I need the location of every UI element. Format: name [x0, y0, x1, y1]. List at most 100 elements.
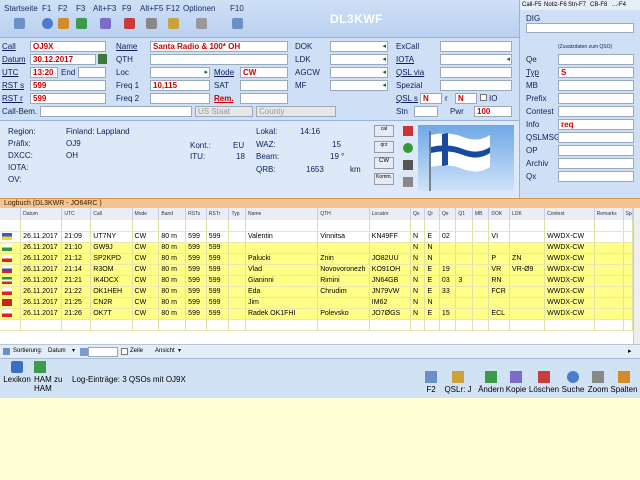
tab-cb[interactable]: CB-F8 [590, 2, 607, 8]
utc-input[interactable]: 13:20 [30, 67, 58, 78]
calendar-icon[interactable] [98, 54, 107, 64]
save-icon[interactable] [232, 18, 243, 29]
iota-input[interactable]: ◂ [440, 54, 512, 65]
column-header[interactable]: MB [472, 208, 490, 220]
us-staat-field[interactable]: US Staat [195, 106, 253, 117]
column-header[interactable]: Typ [228, 208, 246, 220]
column-header[interactable]: QTH [317, 208, 370, 220]
log-scrollbar[interactable] [633, 208, 640, 344]
tool-icon[interactable] [146, 18, 157, 29]
qx-input[interactable] [558, 171, 634, 182]
filter-icon[interactable] [80, 348, 88, 356]
column-header[interactable]: Contest [544, 208, 595, 220]
refresh-icon[interactable] [168, 18, 179, 29]
zeile-checkbox[interactable] [121, 348, 128, 355]
column-header[interactable]: Spezi [623, 208, 634, 220]
county-field[interactable]: County [256, 106, 336, 117]
pwr-input[interactable]: 100 [474, 106, 512, 117]
contest-input[interactable] [558, 106, 634, 117]
column-header[interactable]: Datum [20, 208, 63, 220]
table-row[interactable]: 26.11.2017 21:22 OK1HEH CW 80 m 599 599 Eda Chru… [0, 286, 634, 298]
datum-input[interactable]: 30.12.2017 [30, 54, 96, 65]
flag-icon[interactable] [403, 126, 413, 136]
freq1-input[interactable]: 10,115 [150, 80, 210, 91]
info-input[interactable]: req [558, 119, 634, 130]
io-checkbox[interactable] [480, 94, 487, 101]
name-input[interactable]: Santa Radio & 100* OH [150, 41, 288, 52]
rem-input[interactable] [240, 93, 288, 104]
column-header[interactable]: Name [245, 208, 319, 220]
tab-notiz[interactable]: Notiz-F6 [544, 2, 567, 8]
column-header[interactable]: LDK [509, 208, 546, 220]
chevron-down-icon[interactable]: ▾ [72, 347, 75, 354]
menu-startseite[interactable]: Startseite [4, 4, 38, 13]
loc-input[interactable]: ▸ [150, 67, 210, 78]
qe-input[interactable] [558, 54, 634, 65]
freq2-input[interactable] [150, 93, 210, 104]
ansicht-select[interactable]: Ansicht [155, 348, 175, 354]
globe-icon[interactable] [124, 18, 135, 29]
antenna-icon[interactable] [403, 160, 413, 170]
agcw-input[interactable]: ◂ [330, 67, 388, 78]
mf-input[interactable]: ◂ [330, 80, 388, 91]
keyboard-icon[interactable] [403, 177, 413, 187]
typ-input[interactable]: S [558, 67, 634, 78]
end-input[interactable] [78, 67, 106, 78]
menu-f3[interactable]: F3 [76, 4, 85, 13]
column-header[interactable]: RSTr [206, 208, 230, 220]
sort-select[interactable]: Datum [48, 348, 66, 354]
aendern-button[interactable]: Ändern [478, 371, 504, 394]
qrz-button[interactable]: qrz [374, 141, 394, 153]
spezial-input[interactable] [440, 80, 512, 91]
table-row[interactable]: 26.11.2017 21:25 CN2R CW 80 m 599 599 Jim IM62 N N… [0, 297, 634, 309]
call-input[interactable]: OJ9X [30, 41, 106, 52]
table-row[interactable]: 26.11.2017 21:21 IK4DCX CW 80 m 599 599 Gianinn… [0, 275, 634, 287]
menu-f1[interactable]: F1 [42, 4, 51, 13]
column-header[interactable]: Mode [132, 208, 160, 220]
prefix-input[interactable] [558, 93, 634, 104]
column-header[interactable]: Qs [410, 208, 426, 220]
cw-button[interactable]: CW [374, 157, 394, 169]
table-row[interactable]: 26.11.2017 21:14 R3OM CW 80 m 599 599 Vlad Novov… [0, 264, 634, 276]
sort-icon[interactable] [3, 348, 10, 355]
tab-stn[interactable]: Stn-F7 [568, 2, 586, 8]
column-header[interactable]: Qr [424, 208, 440, 220]
column-header[interactable]: Q1 [455, 208, 473, 220]
mode-select[interactable]: CW [240, 67, 288, 78]
help-icon[interactable] [42, 18, 53, 29]
qslmsg-input[interactable] [558, 132, 634, 143]
dig-input[interactable] [526, 23, 634, 33]
table-row[interactable]: 26.11.2017 21:26 OK7T CW 80 m 599 599 Radek OK1… [0, 308, 634, 320]
f2-button[interactable]: F2 [424, 371, 438, 394]
menu-alt-f5[interactable]: Alt+F5 [140, 4, 163, 13]
op-input[interactable] [558, 145, 634, 156]
tab-call[interactable]: Call-F5 [522, 2, 541, 8]
settings-icon[interactable] [100, 18, 111, 29]
table-row[interactable]: 26.11.2017 21:12 SP2KPD CW 80 m 599 599 Palucki… [0, 253, 634, 265]
table-row[interactable] [0, 319, 634, 331]
ldk-input[interactable]: ◂ [330, 54, 388, 65]
column-header[interactable]: Qe [439, 208, 457, 220]
home-icon[interactable] [14, 18, 25, 29]
qsl-r-select[interactable]: N [455, 93, 477, 104]
sat-input[interactable] [240, 80, 288, 91]
ham-zu-ham-button[interactable]: HAM zu HAM [34, 361, 64, 393]
loeschen-button[interactable]: Löschen [528, 371, 560, 394]
menu-f2[interactable]: F2 [58, 4, 67, 13]
scroll-right-icon[interactable]: ▸ [628, 347, 632, 355]
tab-more[interactable]: ...-F4 [612, 2, 626, 8]
column-header[interactable]: RSTs [185, 208, 207, 220]
column-header[interactable]: DOK [488, 208, 511, 220]
suche-button[interactable]: Suche [561, 371, 585, 394]
rst-s-input[interactable]: 599 [30, 80, 106, 91]
edit-icon[interactable] [58, 18, 69, 29]
wrench-icon[interactable] [196, 18, 207, 29]
menu-alt-f3[interactable]: Alt+F3 [93, 4, 116, 13]
qsl-via-input[interactable] [440, 67, 512, 78]
rst-r-input[interactable]: 599 [30, 93, 106, 104]
stn-input[interactable] [414, 106, 438, 117]
komm-button[interactable]: Komm. [374, 173, 394, 185]
column-header[interactable]: UTC [61, 208, 92, 220]
table-row[interactable]: 26.11.2017 21:10 GW9J CW 80 m 599 599 N N WWDX-CW [0, 242, 634, 254]
qth-input[interactable] [150, 54, 288, 65]
